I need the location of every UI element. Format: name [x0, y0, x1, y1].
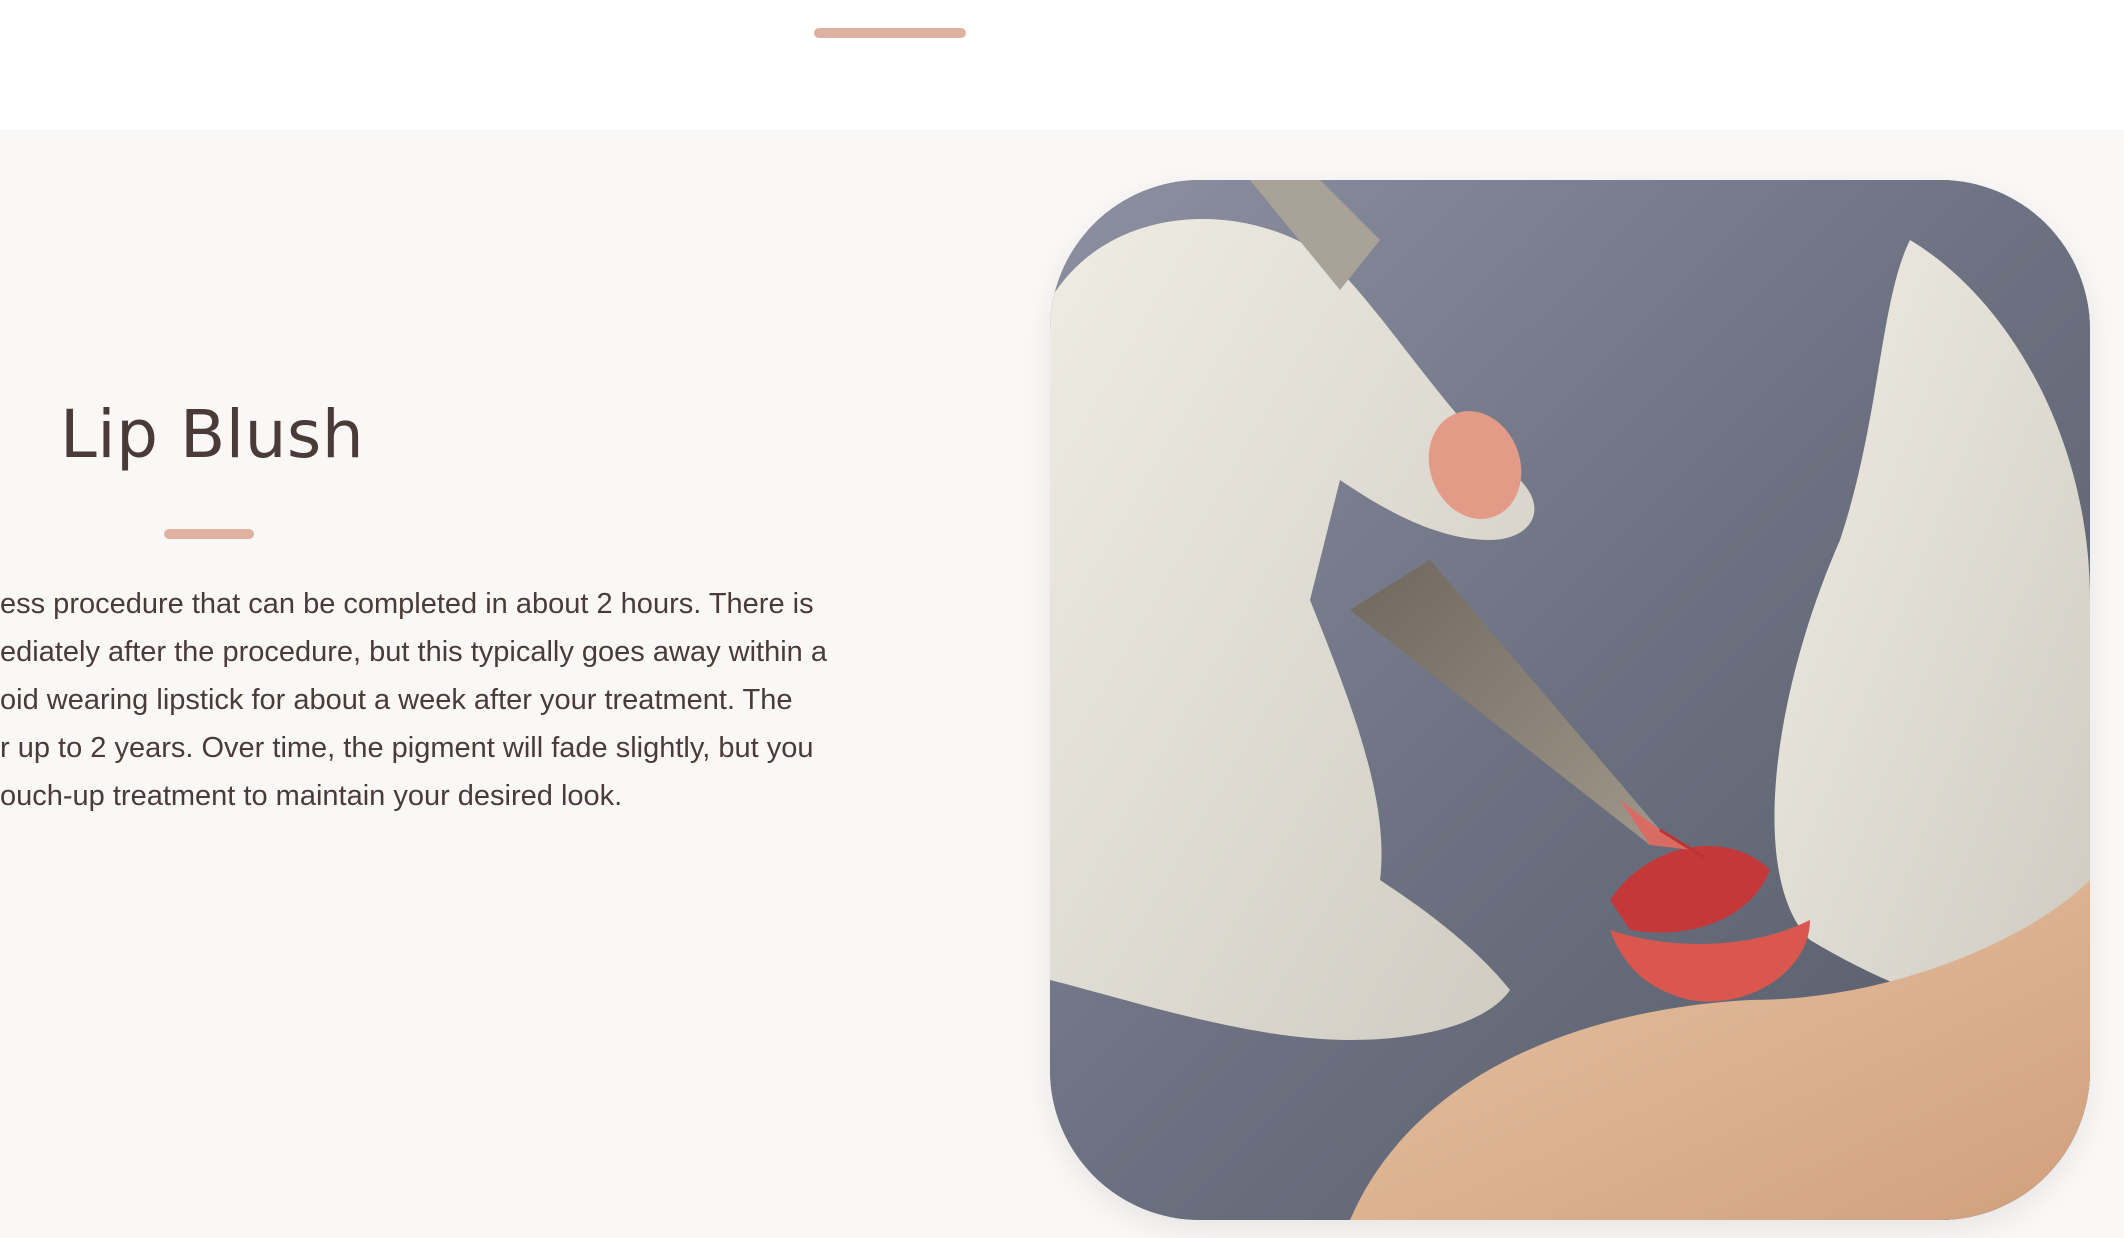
title-underline	[164, 529, 254, 539]
lip-blush-photo	[1050, 180, 2090, 1220]
page: Lip Blush ess procedure that can be comp…	[0, 0, 2124, 1238]
description-line: ess procedure that can be completed in a…	[0, 588, 814, 620]
top-accent-divider	[814, 28, 966, 38]
lip-blush-photo-illustration	[1050, 180, 2090, 1220]
description-line: oid wearing lipstick for about a week af…	[0, 684, 793, 716]
description-line: ediately after the procedure, but this t…	[0, 636, 827, 668]
section-title: Lip Blush	[60, 396, 365, 473]
description-line: r up to 2 years. Over time, the pigment …	[0, 732, 814, 764]
section-description: ess procedure that can be completed in a…	[0, 580, 900, 820]
header-band	[0, 0, 2124, 130]
description-line: ouch-up treatment to maintain your desir…	[0, 780, 623, 812]
